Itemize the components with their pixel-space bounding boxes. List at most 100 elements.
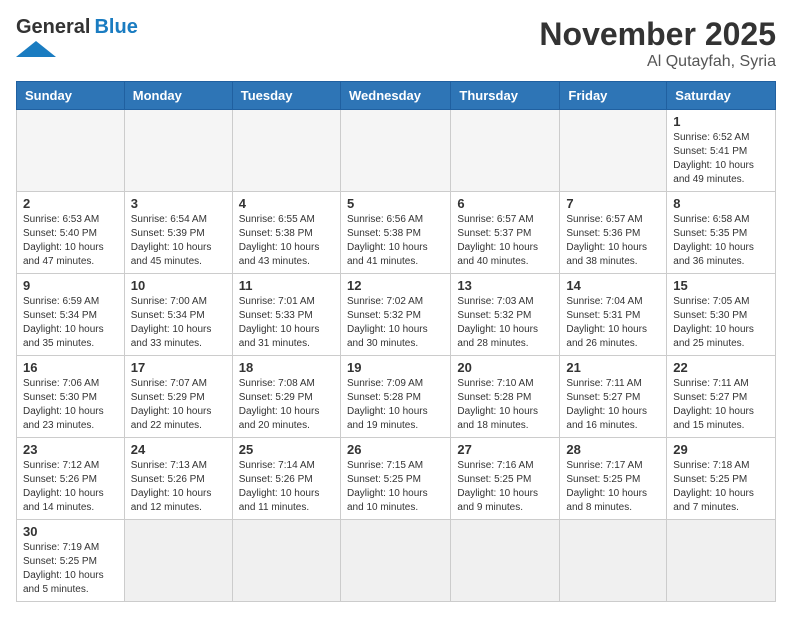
day-number: 6 — [457, 196, 553, 211]
table-row: 12 Sunrise: 7:02 AM Sunset: 5:32 PM Dayli… — [340, 274, 450, 356]
day-number: 8 — [673, 196, 769, 211]
calendar-row: 23 Sunrise: 7:12 AM Sunset: 5:26 PM Dayli… — [17, 438, 776, 520]
day-number: 11 — [239, 278, 334, 293]
day-info: Sunrise: 7:03 AM Sunset: 5:32 PM Dayligh… — [457, 295, 553, 351]
day-number: 16 — [23, 360, 118, 375]
day-number: 19 — [347, 360, 444, 375]
day-number: 23 — [23, 442, 118, 457]
table-row: 27 Sunrise: 7:16 AM Sunset: 5:25 PM Dayli… — [451, 438, 560, 520]
day-info: Sunrise: 6:53 AM Sunset: 5:40 PM Dayligh… — [23, 213, 118, 269]
day-info: Sunrise: 7:19 AM Sunset: 5:25 PM Dayligh… — [23, 541, 118, 597]
table-row — [451, 520, 560, 602]
table-row — [232, 520, 340, 602]
day-info: Sunrise: 7:09 AM Sunset: 5:28 PM Dayligh… — [347, 377, 444, 433]
day-number: 21 — [566, 360, 660, 375]
day-info: Sunrise: 6:59 AM Sunset: 5:34 PM Dayligh… — [23, 295, 118, 351]
logo-blue: Blue — [94, 16, 137, 39]
day-number: 24 — [131, 442, 226, 457]
day-number: 25 — [239, 442, 334, 457]
table-row: 13 Sunrise: 7:03 AM Sunset: 5:32 PM Dayli… — [451, 274, 560, 356]
day-number: 4 — [239, 196, 334, 211]
day-info: Sunrise: 7:18 AM Sunset: 5:25 PM Dayligh… — [673, 459, 769, 515]
day-info: Sunrise: 6:57 AM Sunset: 5:36 PM Dayligh… — [566, 213, 660, 269]
table-row: 18Sunrise: 7:08 AM Sunset: 5:29 PM Dayli… — [232, 356, 340, 438]
table-row — [560, 110, 667, 192]
day-info: Sunrise: 7:10 AM Sunset: 5:28 PM Dayligh… — [457, 377, 553, 433]
day-number: 29 — [673, 442, 769, 457]
day-info: Sunrise: 7:05 AM Sunset: 5:30 PM Dayligh… — [673, 295, 769, 351]
day-info: Sunrise: 7:00 AM Sunset: 5:34 PM Dayligh… — [131, 295, 226, 351]
table-row — [340, 110, 450, 192]
table-row — [232, 110, 340, 192]
day-info: Sunrise: 7:02 AM Sunset: 5:32 PM Dayligh… — [347, 295, 444, 351]
day-number: 26 — [347, 442, 444, 457]
table-row: 16 Sunrise: 7:06 AM Sunset: 5:30 PM Dayli… — [17, 356, 125, 438]
table-row: 10Sunrise: 7:00 AM Sunset: 5:34 PM Dayli… — [124, 274, 232, 356]
day-number: 18 — [239, 360, 334, 375]
table-row — [124, 110, 232, 192]
table-row: 6 Sunrise: 6:57 AM Sunset: 5:37 PM Daylig… — [451, 192, 560, 274]
day-info: Sunrise: 7:15 AM Sunset: 5:25 PM Dayligh… — [347, 459, 444, 515]
weekday-header-row: Sunday Monday Tuesday Wednesday Thursday… — [17, 82, 776, 110]
table-row: 25 Sunrise: 7:14 AM Sunset: 5:26 PM Dayli… — [232, 438, 340, 520]
table-row: 4 Sunrise: 6:55 AM Sunset: 5:38 PM Daylig… — [232, 192, 340, 274]
day-number: 14 — [566, 278, 660, 293]
day-info: Sunrise: 6:55 AM Sunset: 5:38 PM Dayligh… — [239, 213, 334, 269]
day-info: Sunrise: 7:16 AM Sunset: 5:25 PM Dayligh… — [457, 459, 553, 515]
day-info: Sunrise: 7:12 AM Sunset: 5:26 PM Dayligh… — [23, 459, 118, 515]
table-row — [667, 520, 776, 602]
table-row: 3Sunrise: 6:54 AM Sunset: 5:39 PM Daylig… — [124, 192, 232, 274]
table-row: 5 Sunrise: 6:56 AM Sunset: 5:38 PM Daylig… — [340, 192, 450, 274]
calendar-last-row: 30 Sunrise: 7:19 AM Sunset: 5:25 PM Dayli… — [17, 520, 776, 602]
table-row: 29 Sunrise: 7:18 AM Sunset: 5:25 PM Dayli… — [667, 438, 776, 520]
table-row: 19 Sunrise: 7:09 AM Sunset: 5:28 PM Dayli… — [340, 356, 450, 438]
calendar-row: 16 Sunrise: 7:06 AM Sunset: 5:30 PM Dayli… — [17, 356, 776, 438]
day-number: 20 — [457, 360, 553, 375]
day-number: 2 — [23, 196, 118, 211]
day-number: 1 — [673, 114, 769, 129]
table-row: 21Sunrise: 7:11 AM Sunset: 5:27 PM Dayli… — [560, 356, 667, 438]
day-number: 5 — [347, 196, 444, 211]
day-number: 30 — [23, 524, 118, 539]
calendar-row: 1Sunrise: 6:52 AM Sunset: 5:41 PM Daylig… — [17, 110, 776, 192]
day-info: Sunrise: 7:04 AM Sunset: 5:31 PM Dayligh… — [566, 295, 660, 351]
day-number: 12 — [347, 278, 444, 293]
table-row: 26 Sunrise: 7:15 AM Sunset: 5:25 PM Dayli… — [340, 438, 450, 520]
calendar-row: 9Sunrise: 6:59 AM Sunset: 5:34 PM Daylig… — [17, 274, 776, 356]
title-block: November 2025 Al Qutayfah, Syria — [539, 16, 776, 71]
table-row — [560, 520, 667, 602]
day-info: Sunrise: 7:06 AM Sunset: 5:30 PM Dayligh… — [23, 377, 118, 433]
day-info: Sunrise: 6:54 AM Sunset: 5:39 PM Dayligh… — [131, 213, 226, 269]
table-row: 8 Sunrise: 6:58 AM Sunset: 5:35 PM Daylig… — [667, 192, 776, 274]
header-friday: Friday — [560, 82, 667, 110]
logo-triangle-icon — [16, 41, 56, 57]
page-header: General Blue November 2025 Al Qutayfah, … — [16, 16, 776, 71]
day-info: Sunrise: 7:14 AM Sunset: 5:26 PM Dayligh… — [239, 459, 334, 515]
day-info: Sunrise: 6:58 AM Sunset: 5:35 PM Dayligh… — [673, 213, 769, 269]
table-row: 2 Sunrise: 6:53 AM Sunset: 5:40 PM Daylig… — [17, 192, 125, 274]
day-info: Sunrise: 7:17 AM Sunset: 5:25 PM Dayligh… — [566, 459, 660, 515]
table-row — [340, 520, 450, 602]
table-row: 15 Sunrise: 7:05 AM Sunset: 5:30 PM Dayli… — [667, 274, 776, 356]
month-title: November 2025 — [539, 16, 776, 53]
header-sunday: Sunday — [17, 82, 125, 110]
day-number: 15 — [673, 278, 769, 293]
table-row: 17Sunrise: 7:07 AM Sunset: 5:29 PM Dayli… — [124, 356, 232, 438]
day-info: Sunrise: 7:01 AM Sunset: 5:33 PM Dayligh… — [239, 295, 334, 351]
header-thursday: Thursday — [451, 82, 560, 110]
header-saturday: Saturday — [667, 82, 776, 110]
table-row: 1Sunrise: 6:52 AM Sunset: 5:41 PM Daylig… — [667, 110, 776, 192]
location: Al Qutayfah, Syria — [539, 53, 776, 71]
day-info: Sunrise: 6:57 AM Sunset: 5:37 PM Dayligh… — [457, 213, 553, 269]
day-number: 17 — [131, 360, 226, 375]
day-number: 13 — [457, 278, 553, 293]
day-number: 27 — [457, 442, 553, 457]
header-monday: Monday — [124, 82, 232, 110]
table-row — [451, 110, 560, 192]
logo: General Blue — [16, 16, 138, 57]
table-row: 22Sunrise: 7:11 AM Sunset: 5:27 PM Dayli… — [667, 356, 776, 438]
day-info: Sunrise: 6:56 AM Sunset: 5:38 PM Dayligh… — [347, 213, 444, 269]
table-row: 14 Sunrise: 7:04 AM Sunset: 5:31 PM Dayli… — [560, 274, 667, 356]
calendar-row: 2 Sunrise: 6:53 AM Sunset: 5:40 PM Daylig… — [17, 192, 776, 274]
day-number: 28 — [566, 442, 660, 457]
